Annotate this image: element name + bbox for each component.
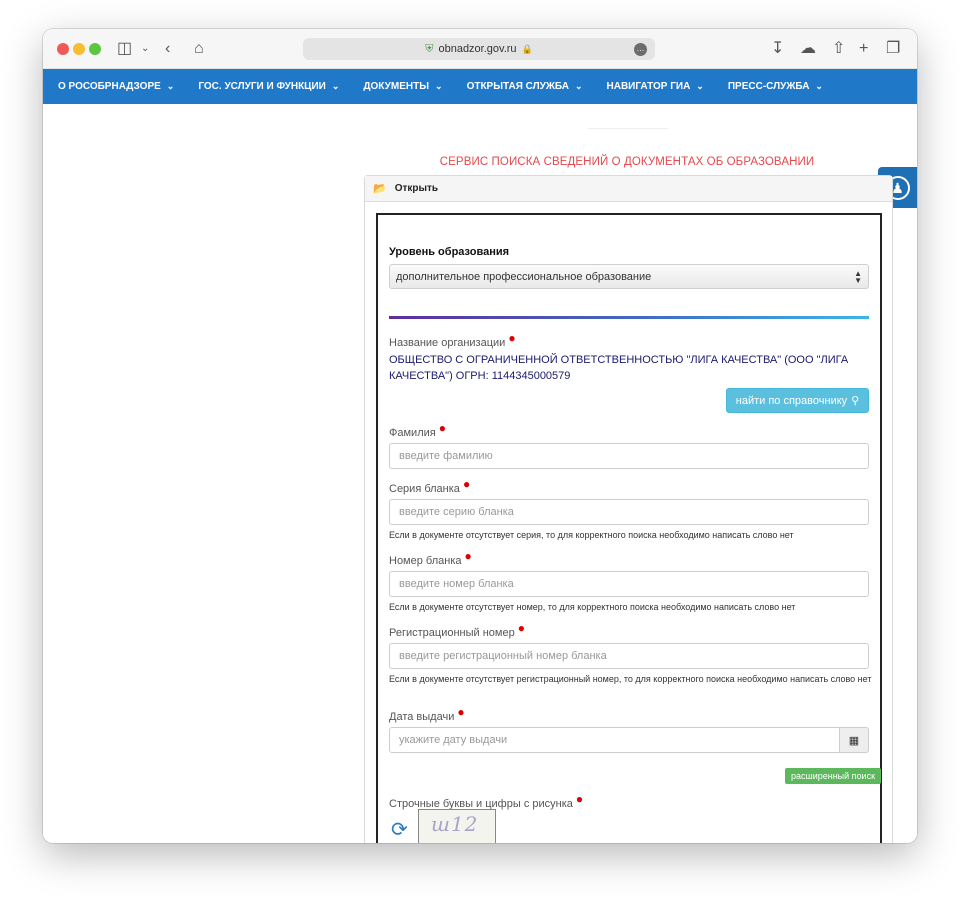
nav-label: ПРЕСС-СЛУЖБА: [727, 81, 810, 92]
select-arrows-icon: ▲ ▼: [854, 268, 862, 285]
series-input[interactable]: введите серию бланка: [389, 499, 869, 525]
section-divider: [389, 316, 869, 319]
divider: [588, 128, 668, 129]
more-icon[interactable]: …: [634, 43, 647, 56]
education-level-select[interactable]: дополнительное профессиональное образова…: [389, 264, 869, 289]
series-hint: Если в документе отсутствует серия, то д…: [389, 530, 794, 540]
find-in-directory-button[interactable]: найти по справочнику ⚲: [726, 388, 869, 413]
cloud-icon[interactable]: ☁: [800, 39, 816, 59]
chevron-down-icon: ⌄: [331, 81, 340, 91]
surname-input[interactable]: введите фамилию: [389, 443, 869, 469]
issue-date-label-text: Дата выдачи: [389, 711, 455, 723]
folder-open-icon: 📂: [373, 183, 387, 195]
share-icon[interactable]: ⇧: [832, 39, 845, 59]
calendar-button[interactable]: ▦: [839, 727, 869, 753]
browser-toolbar: ◫ ⌄ ‹ ⌂ ⛨ obnadzor.gov.ru 🔒 … ↧ ☁ ⇧ + ❐: [43, 29, 917, 69]
panel-header[interactable]: 📂 Открыть: [365, 176, 892, 202]
nav-label: ГОС. УСЛУГИ И ФУНКЦИИ: [198, 81, 326, 92]
tabs-icon[interactable]: ❐: [886, 39, 900, 59]
chevron-down-icon: ⌄: [166, 81, 175, 91]
refresh-icon[interactable]: ⟳: [391, 820, 408, 840]
reg-number-label-text: Регистрационный номер: [389, 627, 515, 639]
search-form: Уровень образования дополнительное профе…: [376, 213, 882, 843]
organization-label: Название организации ●: [389, 331, 516, 349]
series-label-text: Серия бланка: [389, 483, 460, 495]
number-label-text: Номер бланка: [389, 555, 462, 567]
plus-icon[interactable]: +: [859, 39, 868, 59]
page-title: СЕРВИС ПОИСКА СВЕДЕНИЙ О ДОКУМЕНТАХ ОБ О…: [439, 156, 815, 168]
download-icon[interactable]: ↧: [771, 39, 784, 59]
surname-label-text: Фамилия: [389, 427, 436, 439]
issue-date-input[interactable]: укажите дату выдачи: [389, 727, 840, 753]
required-marker: ●: [575, 792, 584, 806]
chevron-down-icon: ⌄: [574, 81, 583, 91]
advanced-search-button[interactable]: расширенный поиск: [785, 768, 881, 784]
chevron-down-icon: ⌄: [815, 81, 823, 91]
page-content: СЕРВИС ПОИСКА СВЕДЕНИЙ О ДОКУМЕНТАХ ОБ О…: [43, 104, 917, 843]
address-bar[interactable]: ⛨ obnadzor.gov.ru 🔒 …: [303, 38, 655, 60]
minimize-window-button[interactable]: [73, 43, 85, 55]
required-marker: ●: [462, 477, 471, 491]
nav-label: О РОСОБРНАДЗОРЕ: [58, 81, 161, 92]
search-panel: 📂 Открыть Уровень образования дополнител…: [364, 175, 893, 843]
series-label: Серия бланка ●: [389, 477, 470, 495]
organization-label-text: Название организации: [389, 337, 506, 349]
required-marker: ●: [508, 331, 516, 345]
browser-window: ◫ ⌄ ‹ ⌂ ⛨ obnadzor.gov.ru 🔒 … ↧ ☁ ⇧ + ❐ …: [43, 29, 917, 843]
url-text: obnadzor.gov.ru: [438, 43, 517, 55]
reg-number-label: Регистрационный номер ●: [389, 621, 525, 639]
nav-item-gia-navigator[interactable]: НАВИГАТОР ГИА ⌄: [607, 81, 704, 92]
captcha-image: ш12: [418, 809, 496, 843]
number-input[interactable]: введите номер бланка: [389, 571, 869, 597]
number-label: Номер бланка ●: [389, 549, 472, 567]
education-level-value: дополнительное профессиональное образова…: [396, 270, 652, 283]
nav-label: ОТКРЫТАЯ СЛУЖБА: [466, 81, 569, 92]
organization-value: ОБЩЕСТВО С ОГРАНИЧЕННОЙ ОТВЕТСТВЕННОСТЬЮ…: [389, 354, 849, 382]
nav-item-about[interactable]: О РОСОБРНАДЗОРЕ ⌄: [58, 81, 174, 92]
nav-item-open-service[interactable]: ОТКРЫТАЯ СЛУЖБА ⌄: [467, 81, 583, 92]
nav-item-press[interactable]: ПРЕСС-СЛУЖБА ⌄: [728, 81, 823, 92]
home-icon[interactable]: ⌂: [194, 39, 204, 59]
nav-label: НАВИГАТОР ГИА: [606, 81, 691, 92]
find-in-directory-label: найти по справочнику: [735, 394, 848, 407]
reg-number-hint: Если в документе отсутствует регистрацио…: [389, 674, 872, 684]
chevron-down-icon: ⌄: [696, 81, 704, 91]
lock-icon: 🔒: [521, 43, 533, 54]
sidebar-icon[interactable]: ◫: [117, 39, 132, 59]
main-nav: О РОСОБРНАДЗОРЕ ⌄ ГОС. УСЛУГИ И ФУНКЦИИ …: [43, 69, 917, 104]
required-marker: ●: [457, 705, 465, 719]
chevron-down-icon[interactable]: ⌄: [141, 39, 149, 59]
issue-date-label: Дата выдачи ●: [389, 705, 465, 723]
nav-item-services[interactable]: ГОС. УСЛУГИ И ФУНКЦИИ ⌄: [198, 81, 339, 92]
panel-toggle-label: Открыть: [394, 183, 439, 194]
zoom-window-button[interactable]: [89, 43, 101, 55]
chevron-down-icon: ⌄: [435, 81, 443, 91]
number-hint: Если в документе отсутствует номер, то д…: [389, 602, 796, 612]
nav-item-documents[interactable]: ДОКУМЕНТЫ ⌄: [363, 81, 442, 92]
search-icon: ⚲: [851, 395, 860, 407]
required-marker: ●: [438, 421, 446, 435]
required-marker: ●: [464, 549, 472, 563]
calendar-icon: ▦: [848, 734, 860, 747]
shield-icon: ⛨: [425, 42, 434, 55]
education-level-label: Уровень образования: [389, 246, 510, 258]
back-icon[interactable]: ‹: [165, 39, 170, 59]
close-window-button[interactable]: [57, 43, 69, 55]
surname-label: Фамилия ●: [389, 421, 446, 439]
required-marker: ●: [517, 621, 525, 635]
reg-number-input[interactable]: введите регистрационный номер бланка: [389, 643, 869, 669]
captcha-label: Строчные буквы и цифры с рисунка ●: [389, 792, 583, 810]
nav-label: ДОКУМЕНТЫ: [363, 81, 430, 92]
